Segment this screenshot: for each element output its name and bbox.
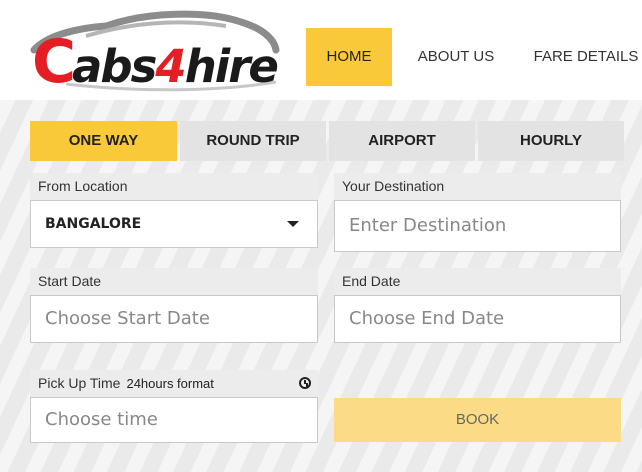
tab-one-way[interactable]: ONE WAY (30, 121, 177, 161)
from-location-label: From Location (30, 173, 318, 200)
logo-four: 4 (155, 40, 186, 93)
chevron-down-icon (287, 221, 299, 227)
site-header: Cabs4hire HOME ABOUT US FARE DETAILS (0, 0, 642, 100)
logo-hire: hire (184, 40, 279, 93)
from-location-value: BANGALORE (45, 216, 142, 232)
logo-letter-c: C (32, 27, 76, 97)
start-date-placeholder: Choose Start Date (45, 308, 210, 329)
clock-icon (299, 377, 311, 389)
destination-input[interactable]: Enter Destination (334, 200, 621, 252)
pickup-time-placeholder: Choose time (45, 409, 158, 430)
start-date-input[interactable]: Choose Start Date (30, 295, 318, 343)
logo-abs: abs (72, 40, 157, 93)
main-nav: HOME ABOUT US FARE DETAILS (306, 28, 642, 86)
end-date-input[interactable]: Choose End Date (334, 295, 621, 343)
tab-airport[interactable]: AIRPORT (329, 121, 475, 161)
nav-home[interactable]: HOME (306, 28, 392, 86)
cabs4hire-logo[interactable]: Cabs4hire (26, 6, 286, 94)
pickup-time-label: Pick Up Time 24hours format (30, 370, 318, 397)
pickup-time-input[interactable]: Choose time (30, 397, 318, 443)
nav-about-us[interactable]: ABOUT US (400, 28, 512, 86)
end-date-placeholder: Choose End Date (349, 308, 505, 329)
destination-placeholder: Enter Destination (349, 215, 507, 236)
tab-hourly[interactable]: HOURLY (478, 121, 624, 161)
logo-wordmark: Cabs4hire (32, 32, 279, 97)
book-button[interactable]: BOOK (334, 398, 621, 442)
start-date-label: Start Date (30, 268, 318, 295)
pickup-time-label-text: Pick Up Time (38, 375, 121, 391)
trip-type-tabs: ONE WAY ROUND TRIP AIRPORT HOURLY (30, 121, 624, 161)
tab-round-trip[interactable]: ROUND TRIP (180, 121, 326, 161)
end-date-label: End Date (334, 268, 621, 295)
pickup-time-hint: 24hours format (126, 376, 214, 391)
destination-label: Your Destination (334, 173, 621, 200)
nav-fare-details[interactable]: FARE DETAILS (526, 28, 642, 86)
booking-panel: ONE WAY ROUND TRIP AIRPORT HOURLY From L… (0, 100, 642, 472)
from-location-select[interactable]: BANGALORE (30, 200, 318, 248)
